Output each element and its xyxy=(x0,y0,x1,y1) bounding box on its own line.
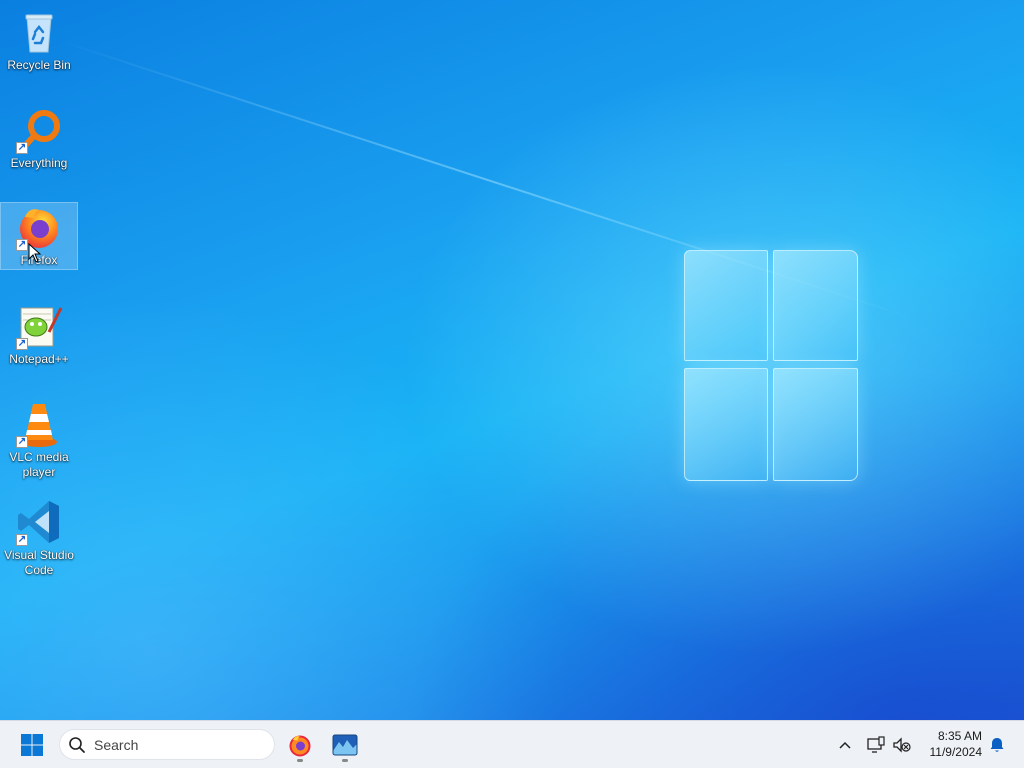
taskbar: Search 8:35 AM 11/9/2024 xyxy=(0,720,1024,768)
logo-pane xyxy=(773,368,858,481)
desktop-icon-label: Recycle Bin xyxy=(7,58,71,72)
vscode-icon: ↗ xyxy=(15,498,63,546)
desktop-icon-visual-studio-code[interactable]: ↗ Visual Studio Code xyxy=(0,494,78,578)
shortcut-arrow-icon: ↗ xyxy=(16,436,28,448)
bell-icon xyxy=(990,738,1004,752)
shortcut-arrow-icon: ↗ xyxy=(16,534,28,546)
shortcut-arrow-icon: ↗ xyxy=(16,142,28,154)
start-button[interactable] xyxy=(12,727,52,763)
running-indicator xyxy=(342,759,348,762)
desktop-icon-label: Everything xyxy=(10,156,68,170)
notifications-button[interactable] xyxy=(985,733,1009,757)
running-indicator xyxy=(297,759,303,762)
logo-pane xyxy=(684,250,768,361)
search-placeholder: Search xyxy=(94,736,139,753)
photos-icon xyxy=(332,734,358,756)
clock-date: 11/9/2024 xyxy=(929,745,983,759)
desktop-icon-vlc-media-player[interactable]: ↗ VLC media player xyxy=(0,396,78,480)
network-disconnected-icon xyxy=(867,736,885,753)
windows-start-icon xyxy=(21,734,43,756)
mouse-pointer-icon xyxy=(28,242,42,263)
volume-muted-icon xyxy=(893,737,911,753)
desktop-icon-everything[interactable]: ↗ Everything xyxy=(0,102,78,171)
taskbar-clock[interactable]: 8:35 AM 11/9/2024 xyxy=(920,728,983,760)
logo-pane xyxy=(773,250,858,361)
desktop-icon-label: Visual Studio Code xyxy=(4,548,74,577)
shortcut-arrow-icon: ↗ xyxy=(16,239,28,251)
notepad-plus-plus-icon: ↗ xyxy=(15,302,63,350)
firefox-icon xyxy=(289,735,311,757)
logo-pane xyxy=(684,368,768,481)
desktop-icon-recycle-bin[interactable]: Recycle Bin xyxy=(0,4,78,73)
desktop-icon-label: VLC media player xyxy=(9,450,69,479)
tray-network-button[interactable] xyxy=(864,733,888,757)
chevron-up-icon xyxy=(839,741,851,749)
desktop-icon-notepad-plus-plus[interactable]: ↗ Notepad++ xyxy=(0,298,78,367)
windows-logo-wallpaper xyxy=(684,250,858,481)
everything-search-icon: ↗ xyxy=(15,106,63,154)
clock-time: 8:35 AM xyxy=(937,729,982,743)
show-hidden-icons-button[interactable] xyxy=(833,733,857,757)
taskbar-app-firefox[interactable] xyxy=(280,727,320,763)
taskbar-app-photos[interactable] xyxy=(325,727,365,763)
tray-volume-button[interactable] xyxy=(890,733,914,757)
vlc-cone-icon: ↗ xyxy=(15,400,63,448)
search-icon xyxy=(69,736,85,753)
shortcut-arrow-icon: ↗ xyxy=(16,338,28,350)
taskbar-search-box[interactable]: Search xyxy=(59,729,275,760)
desktop[interactable]: Recycle Bin ↗ Everything ↗ Firefox ↗ Not… xyxy=(0,0,1024,720)
desktop-icon-label: Notepad++ xyxy=(9,352,69,366)
recycle-bin-icon xyxy=(15,8,63,56)
